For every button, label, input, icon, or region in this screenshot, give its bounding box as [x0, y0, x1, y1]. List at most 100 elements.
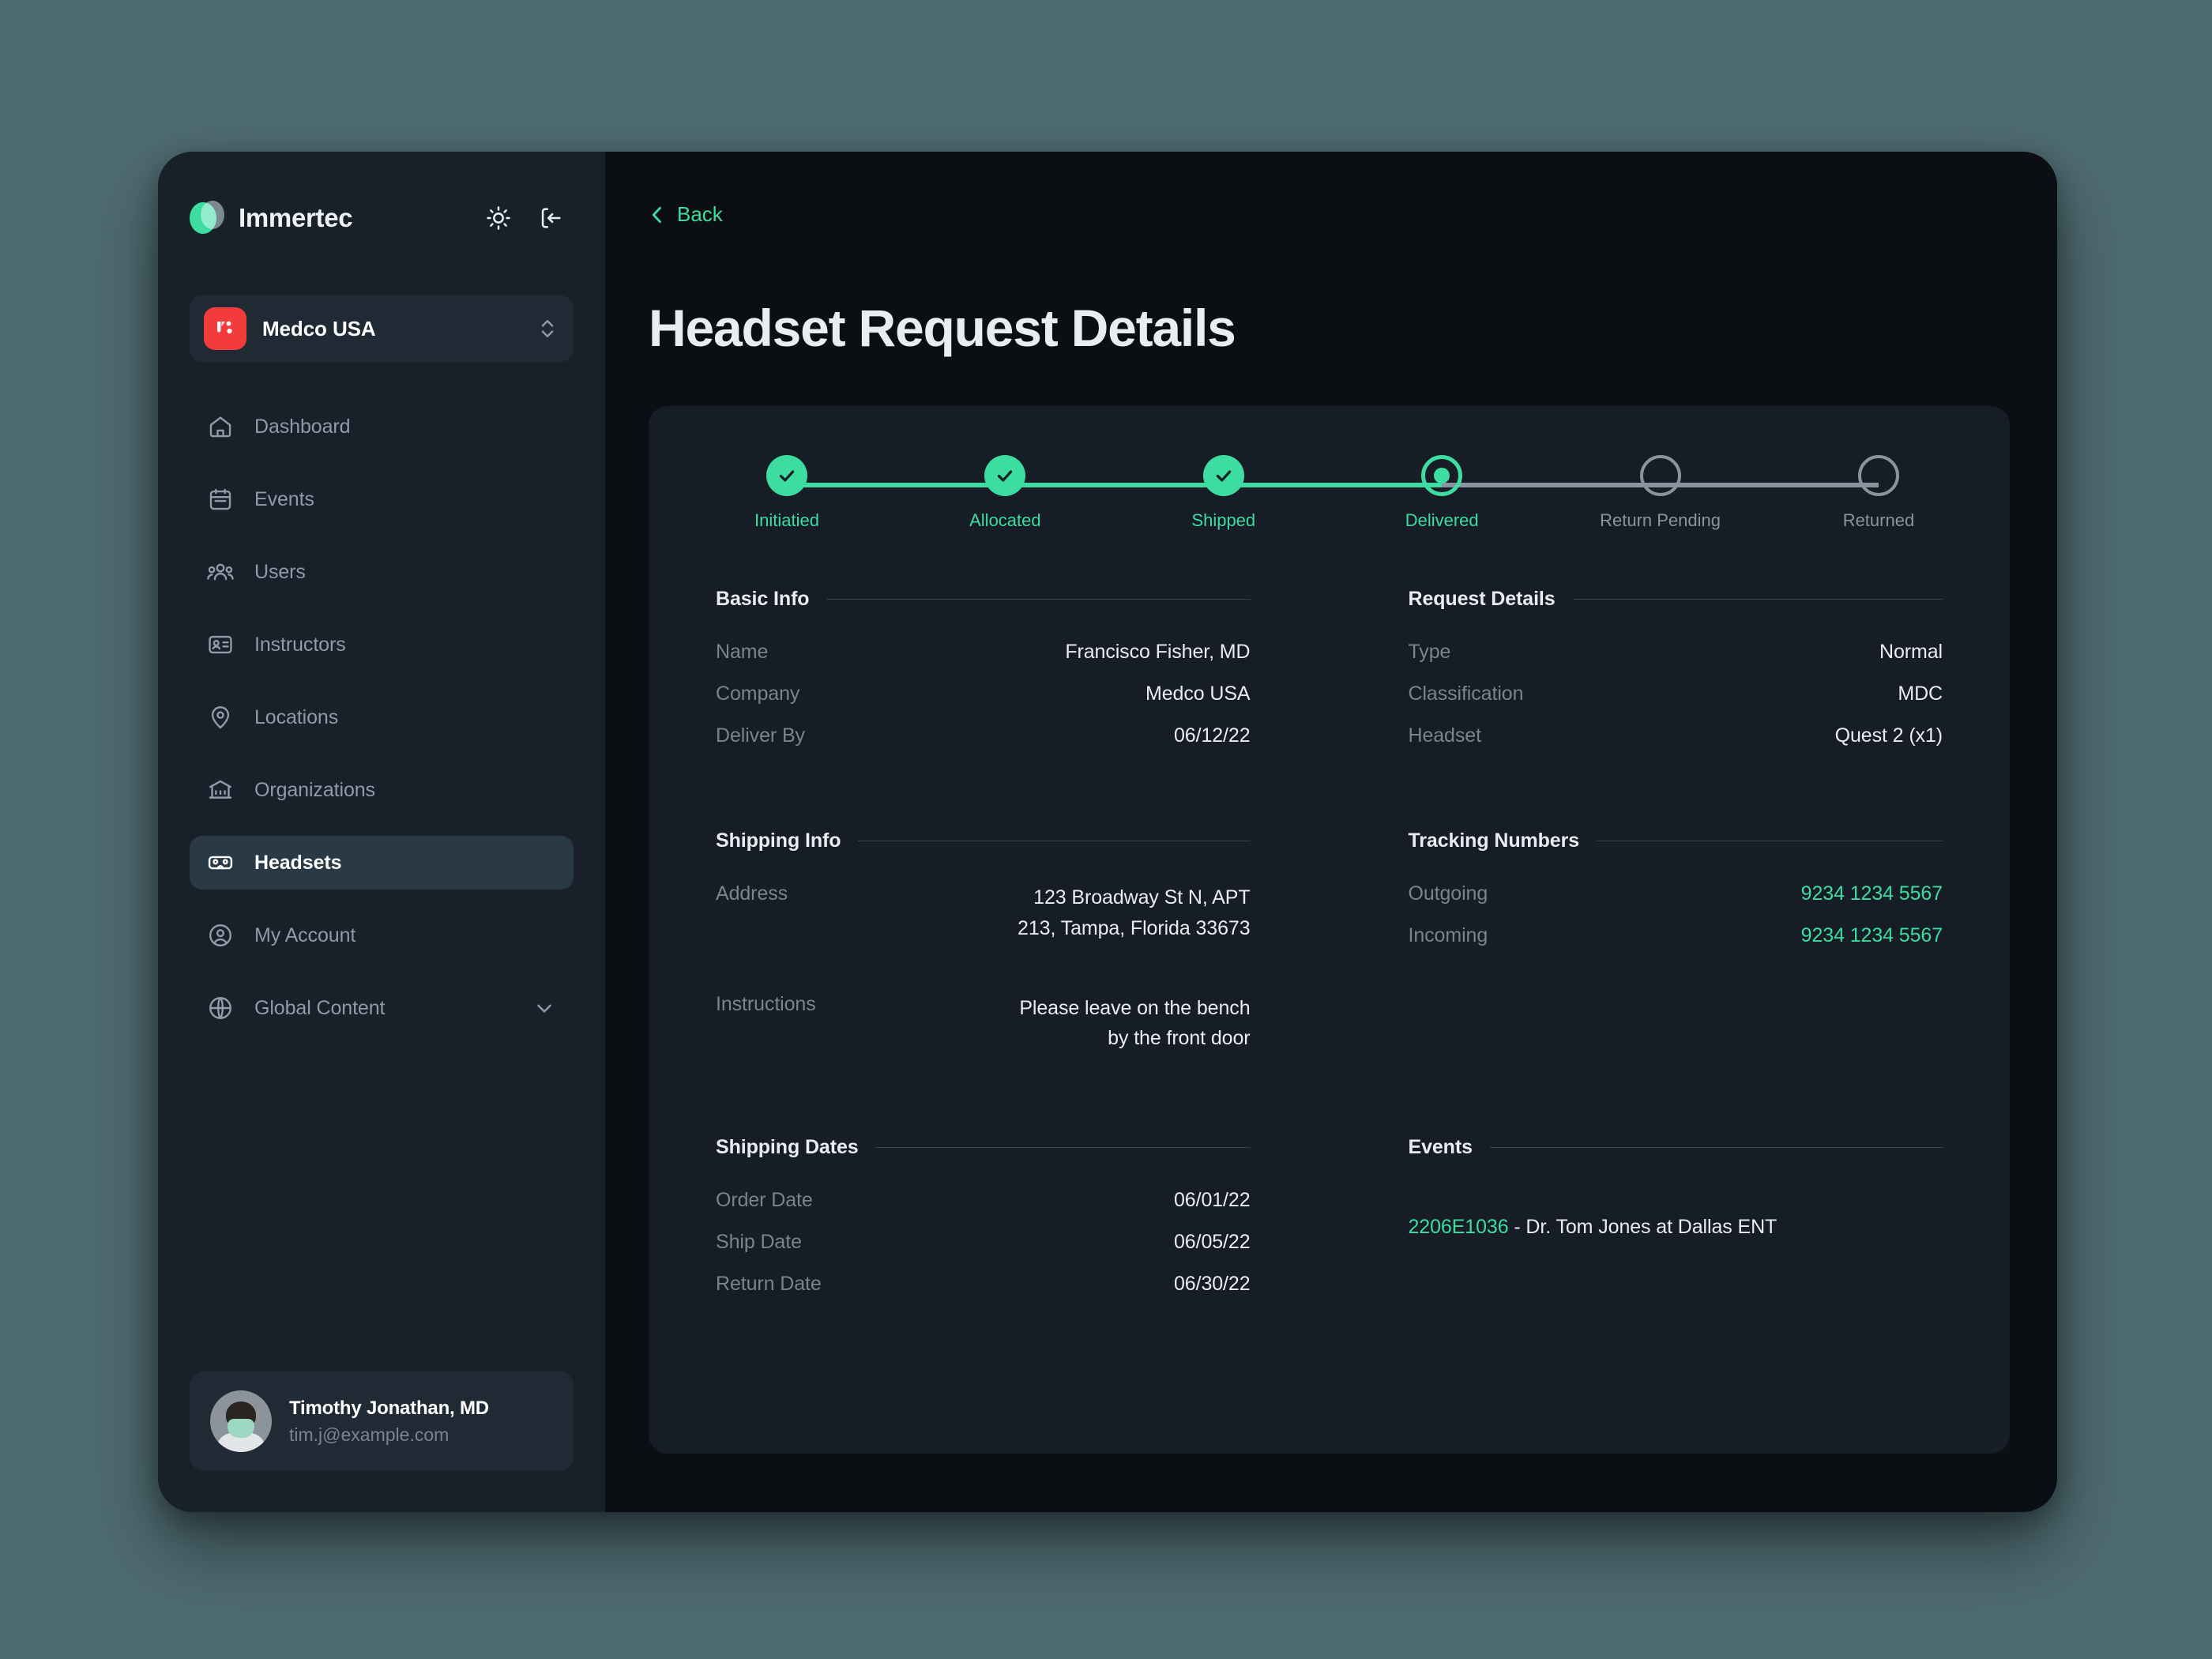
chevron-down-icon[interactable]	[532, 996, 556, 1020]
sections-row-2: Shipping Info Address 123 Broadway St N,…	[716, 830, 1943, 1136]
back-button[interactable]: Back	[649, 202, 723, 227]
section-title: Request Details	[1408, 588, 1556, 610]
chevron-left-icon	[649, 204, 666, 226]
sidebar-item-label: My Account	[254, 924, 356, 946]
field-value: 123 Broadway St N, APT 213, Tampa, Flori…	[1018, 882, 1251, 944]
field-label: Name	[716, 641, 769, 663]
home-icon	[207, 413, 234, 440]
stepper-step-allocated[interactable]: Allocated	[934, 455, 1076, 531]
user-meta: Timothy Jonathan, MD tim.j@example.com	[289, 1398, 489, 1446]
section-header: Shipping Info	[716, 830, 1251, 852]
sidebar-item-dashboard[interactable]: Dashboard	[190, 400, 574, 453]
section-header: Basic Info	[716, 588, 1251, 611]
empty-step-icon	[1857, 455, 1899, 496]
sidebar-item-label: Headsets	[254, 851, 342, 874]
section-divider	[1489, 1147, 1943, 1148]
sun-icon[interactable]	[485, 205, 512, 231]
field-headset: Headset Quest 2 (x1)	[1409, 724, 1943, 747]
field-order-date: Order Date 06/01/22	[716, 1189, 1251, 1212]
section-shipping-info: Shipping Info Address 123 Broadway St N,…	[716, 830, 1251, 1073]
medco-avatar-icon	[204, 307, 246, 350]
field-value: 06/12/22	[1173, 724, 1251, 747]
immertec-logo-icon	[190, 201, 224, 235]
sidebar-item-label: Events	[254, 487, 314, 510]
detail-sections: Basic Info Name Francisco Fisher, MD Com…	[649, 588, 2010, 1315]
instructions-line-2: by the front door	[1108, 1027, 1251, 1050]
avatar	[210, 1390, 272, 1452]
address-line-1: 123 Broadway St N, APT	[1033, 886, 1251, 908]
field-deliver-by: Deliver By 06/12/22	[716, 724, 1251, 747]
stepper-step-return-pending[interactable]: Return Pending	[1589, 455, 1732, 531]
sidebar-item-locations[interactable]: Locations	[190, 690, 574, 744]
field-label: Order Date	[716, 1189, 813, 1211]
field-instructions: Instructions Please leave on the bench b…	[716, 993, 1251, 1055]
stepper-step-shipped[interactable]: Shipped	[1153, 455, 1295, 531]
field-value: Please leave on the bench by the front d…	[1019, 993, 1250, 1055]
current-step-icon	[1421, 455, 1463, 496]
vr-headset-icon	[207, 849, 234, 876]
sidebar-item-label: Users	[254, 560, 306, 583]
sidebar-item-organizations[interactable]: Organizations	[190, 763, 574, 817]
section-divider	[1572, 599, 1943, 600]
field-label: Headset	[1408, 724, 1482, 747]
org-switcher[interactable]: Medco USA	[190, 295, 574, 362]
event-list-item[interactable]: 2206E1036 - Dr. Tom Jones at Dallas ENT	[1409, 1216, 1943, 1239]
sidebar-item-label: Organizations	[254, 778, 375, 801]
logout-icon[interactable]	[537, 205, 564, 231]
sidebar-item-events[interactable]: Events	[190, 472, 574, 526]
check-icon	[1202, 455, 1244, 496]
id-badge-icon	[207, 631, 234, 658]
field-label: Company	[716, 683, 800, 705]
section-title: Shipping Info	[716, 830, 841, 852]
stepper-step-returned[interactable]: Returned	[1808, 455, 1950, 531]
field-classification: Classification MDC	[1409, 683, 1943, 705]
sidebar-item-my-account[interactable]: My Account	[190, 908, 574, 962]
user-circle-icon	[207, 922, 234, 949]
field-label: Return Date	[716, 1273, 822, 1295]
section-header: Shipping Dates	[716, 1136, 1251, 1159]
section-header: Request Details	[1409, 588, 1943, 611]
brand-name: Immertec	[239, 203, 353, 232]
stepper-step-label: Delivered	[1405, 510, 1479, 530]
section-title: Shipping Dates	[716, 1136, 859, 1158]
main-content: Back Headset Request Details Initiatied …	[605, 152, 2057, 1512]
field-value: Medco USA	[1146, 683, 1251, 705]
section-title: Basic Info	[716, 588, 810, 610]
stepper-step-label: Initiatied	[754, 510, 819, 530]
sidebar-header: Immertec	[190, 190, 564, 246]
section-events: Events 2206E1036 - Dr. Tom Jones at Dall…	[1409, 1136, 1943, 1315]
sidebar-item-headsets[interactable]: Headsets	[190, 836, 574, 890]
sidebar-item-label: Locations	[254, 705, 339, 728]
sidebar-user-card[interactable]: Timothy Jonathan, MD tim.j@example.com	[190, 1371, 574, 1471]
user-name: Timothy Jonathan, MD	[289, 1397, 489, 1419]
instructions-line-1: Please leave on the bench	[1019, 996, 1251, 1019]
section-header: Events	[1409, 1136, 1943, 1159]
stepper-steps: Initiatied Allocated Shipped Delivered R…	[716, 455, 1950, 531]
sidebar-item-global-content[interactable]: Global Content	[190, 981, 574, 1035]
section-divider	[826, 599, 1251, 600]
stepper-step-label: Allocated	[969, 510, 1041, 530]
field-name: Name Francisco Fisher, MD	[716, 641, 1251, 664]
user-email: tim.j@example.com	[289, 1424, 450, 1445]
request-status-stepper: Initiatied Allocated Shipped Delivered R…	[716, 455, 1950, 542]
calendar-icon	[207, 486, 234, 513]
field-value: MDC	[1898, 683, 1943, 705]
stepper-step-initiatied[interactable]: Initiatied	[716, 455, 858, 531]
sidebar-item-label: Dashboard	[254, 415, 351, 438]
section-divider	[875, 1147, 1251, 1148]
sidebar-item-instructors[interactable]: Instructors	[190, 618, 574, 672]
field-value: 06/01/22	[1173, 1189, 1251, 1211]
field-incoming-tracking: Incoming 9234 1234 5567	[1409, 924, 1943, 947]
stepper-step-label: Returned	[1842, 510, 1915, 530]
field-value[interactable]: 9234 1234 5567	[1801, 882, 1943, 905]
section-request-details: Request Details Type Normal Classificati…	[1409, 588, 1943, 766]
stepper-step-delivered[interactable]: Delivered	[1371, 455, 1513, 531]
event-id[interactable]: 2206E1036	[1409, 1216, 1509, 1238]
sidebar-item-users[interactable]: Users	[190, 545, 574, 599]
stepper-step-label: Return Pending	[1600, 510, 1721, 530]
field-value[interactable]: 9234 1234 5567	[1801, 924, 1943, 947]
field-ship-date: Ship Date 06/05/22	[716, 1231, 1251, 1254]
section-title: Tracking Numbers	[1408, 830, 1580, 852]
field-label: Type	[1408, 641, 1451, 663]
